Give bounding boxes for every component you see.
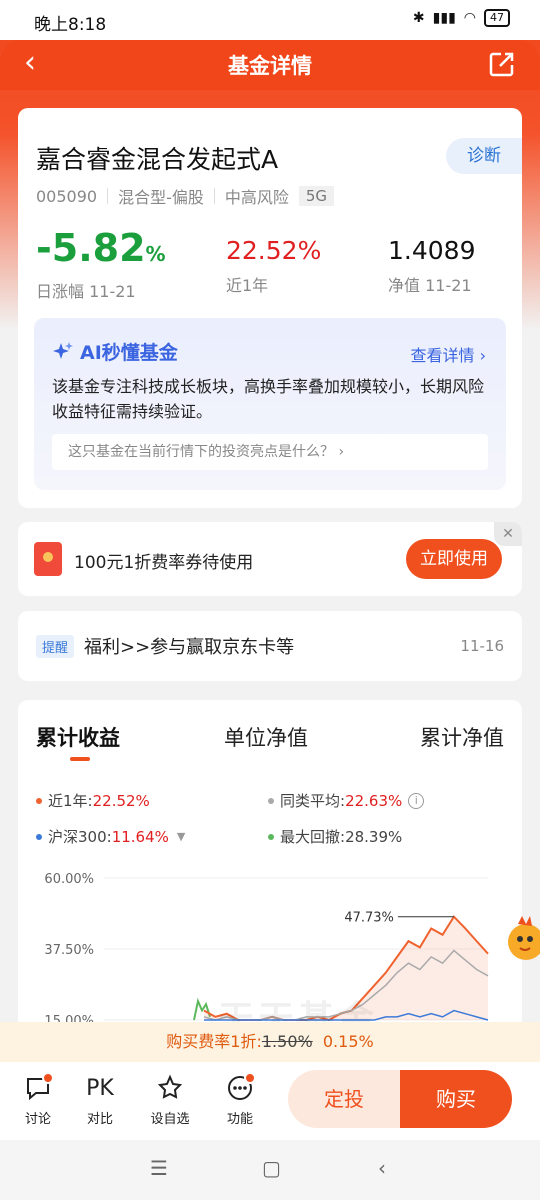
caret-down-icon[interactable]: ▼: [177, 830, 185, 843]
fund-type: 混合型-偏股: [118, 188, 204, 207]
legend-index-label: 沪深300:: [48, 828, 112, 846]
status-icons: ✱ ▮▮▮ ◠ 47: [413, 9, 510, 27]
nav-value: 1.4089: [388, 236, 476, 265]
back-nav-icon[interactable]: ‹: [378, 1156, 386, 1180]
ai-question-chip[interactable]: 这只基金在当前行情下的投资亮点是什么？ ›: [52, 434, 488, 470]
system-nav-bar: ☰ ▢ ‹: [0, 1140, 540, 1200]
status-time: 晚上8:18: [34, 15, 107, 35]
star-plus-icon: [157, 1074, 183, 1099]
reminder-card[interactable]: 提醒 福利>>参与赢取京东卡等 11-16: [18, 611, 522, 681]
home-icon[interactable]: ▢: [262, 1156, 281, 1180]
fund-name: 嘉合睿金混合发起式A: [36, 145, 279, 174]
bottom-action-bar: 讨论 PK 对比 设自选 功能 定投 购买: [0, 1062, 540, 1140]
add-watchlist-button[interactable]: 设自选: [140, 1072, 200, 1127]
fund-summary-card: 嘉合睿金混合发起式A 诊断 005090 混合型-偏股 中高风险 5G -5.8…: [18, 108, 522, 508]
auto-invest-button[interactable]: 定投: [288, 1070, 400, 1128]
fee-prefix: 购买费率1折:: [166, 1032, 262, 1051]
close-icon[interactable]: ✕: [494, 522, 522, 546]
tab-cumulative-return[interactable]: 累计收益: [36, 722, 120, 752]
discuss-label: 讨论: [24, 1112, 51, 1127]
discuss-button[interactable]: 讨论: [8, 1072, 68, 1127]
notification-dot: [42, 1072, 54, 1084]
legend-index[interactable]: 沪深300: 11.64% ▼: [36, 826, 185, 847]
bluetooth-icon: ✱: [412, 10, 425, 26]
theme-tag[interactable]: 5G: [298, 186, 335, 206]
legend-max-drawdown: 最大回撤: 28.39%: [268, 826, 402, 847]
day-change-metric: -5.82% 日涨幅 11-21: [36, 226, 166, 302]
fund-tags: 005090 混合型-偏股 中高风险 5G: [36, 184, 335, 208]
signal-icon: ▮▮▮: [432, 10, 456, 26]
coupon-card: 100元1折费率券待使用 立即使用 ✕: [18, 522, 522, 596]
fund-risk: 中高风险: [224, 188, 289, 207]
fee-discount-bar[interactable]: 购买费率1折:1.50% 0.15%: [0, 1022, 540, 1062]
tab-cumulative-nav[interactable]: 累计净值: [420, 722, 504, 752]
buy-button[interactable]: 购买: [400, 1070, 512, 1128]
performance-card: 累计收益 单位净值 累计净值 近1年: 22.52% 同类平均: 22.63% …: [18, 700, 522, 1040]
y-tick-label: 60.00%: [44, 872, 94, 887]
use-coupon-button[interactable]: 立即使用: [406, 539, 502, 579]
legend-index-value: 11.64%: [111, 827, 169, 846]
ai-title-text: AI秒懂基金: [80, 342, 178, 364]
legend-drawdown-value: 28.39%: [345, 827, 403, 846]
day-change-value: -5.82: [36, 226, 146, 270]
peak-label: 47.73%: [344, 911, 394, 926]
page-title: 基金详情: [228, 54, 312, 78]
legend-avg-label: 同类平均:: [280, 792, 346, 810]
day-change-unit: %: [145, 242, 166, 266]
legend-drawdown-label: 最大回撤:: [280, 828, 346, 846]
year-return-metric: 22.52% 近1年: [226, 234, 321, 296]
nav-label: 净值 11-21: [388, 276, 472, 295]
nav-bar: ‹ 基金详情: [0, 40, 540, 90]
diagnose-button[interactable]: 诊断: [446, 138, 522, 174]
wifi-icon: ◠: [463, 10, 476, 26]
ai-more-link[interactable]: 查看详情 ›: [411, 342, 487, 366]
year-return-label: 近1年: [226, 276, 269, 295]
functions-button[interactable]: 功能: [210, 1072, 270, 1127]
mascot-icon[interactable]: [500, 912, 540, 964]
tab-unit-nav[interactable]: 单位净值: [224, 722, 308, 752]
year-return-value: 22.52%: [226, 236, 322, 265]
status-bar: 晚上8:18 ✱ ▮▮▮ ◠ 47: [0, 0, 540, 40]
ai-summary-text: 该基金专注科技成长板块，高换手率叠加规模较小，长期风险收益特征需持续验证。: [52, 377, 485, 421]
info-icon[interactable]: i: [408, 792, 425, 809]
compare-button[interactable]: PK 对比: [70, 1072, 130, 1128]
legend-fund-value: 22.52%: [92, 791, 150, 810]
legend-fund: 近1年: 22.52%: [36, 790, 150, 811]
fund-code: 005090: [36, 186, 98, 206]
battery-icon: 47: [484, 9, 510, 27]
ai-summary-box: AI秒懂基金 查看详情 › 该基金专注科技成长板块，高换手率叠加规模较小，长期风…: [34, 318, 506, 490]
legend-category-average: 同类平均: 22.63% i: [268, 790, 425, 811]
red-envelope-icon: [34, 542, 62, 576]
legend-fund-label: 近1年:: [48, 792, 93, 810]
reminder-text: 福利>>参与赢取京东卡等: [84, 637, 295, 658]
reminder-date: 11-16: [460, 637, 504, 655]
reminder-tag: 提醒: [36, 635, 75, 658]
watch-label: 设自选: [150, 1112, 190, 1127]
compare-label: 对比: [86, 1112, 113, 1127]
fee-old: 1.50%: [261, 1032, 313, 1051]
ai-title: AI秒懂基金: [52, 338, 178, 365]
tab-indicator: [70, 757, 90, 761]
pk-icon: PK: [86, 1075, 114, 1101]
share-icon[interactable]: [488, 50, 516, 78]
menu-icon[interactable]: ☰: [150, 1156, 168, 1180]
fee-new: 0.15%: [322, 1032, 374, 1051]
functions-label: 功能: [226, 1112, 253, 1127]
y-tick-label: 37.50%: [44, 943, 94, 958]
day-change-label: 日涨幅 11-21: [36, 282, 136, 301]
notification-dot: [244, 1072, 256, 1084]
coupon-text: 100元1折费率券待使用: [74, 553, 254, 573]
legend-avg-value: 22.63%: [345, 791, 403, 810]
sparkle-icon: [53, 341, 73, 359]
nav-metric: 1.4089 净值 11-21: [388, 234, 475, 296]
